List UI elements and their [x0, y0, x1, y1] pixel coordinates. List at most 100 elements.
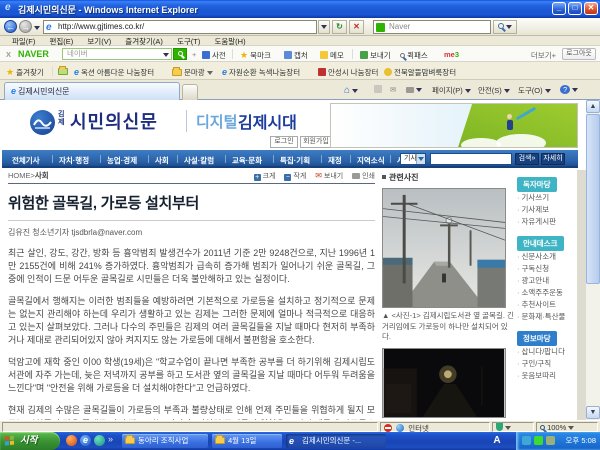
new-tab-button[interactable]	[182, 84, 198, 100]
nav-finance[interactable]: 재정	[328, 155, 342, 166]
join-button[interactable]: 회원가입	[300, 136, 332, 148]
tray-icon-3[interactable]	[546, 436, 555, 445]
tray-icon-2[interactable]	[534, 436, 543, 445]
close-button[interactable]: ✕	[584, 2, 598, 15]
back-button[interactable]: ←	[4, 20, 17, 33]
article-search-input[interactable]	[430, 153, 512, 165]
sidebar-link-sites[interactable]: 추천사이트	[517, 299, 577, 311]
status-filter-panel[interactable]	[492, 422, 534, 432]
tray-icon-1[interactable]	[522, 436, 531, 445]
start-button[interactable]: 시작	[0, 432, 60, 450]
vertical-scrollbar[interactable]: ▲ ▼	[586, 100, 600, 420]
print-button[interactable]	[406, 85, 422, 94]
favorites-button[interactable]: ★ 즐겨찾기	[6, 67, 44, 78]
breadcrumb-section[interactable]: 사회	[35, 171, 49, 180]
search-category-select[interactable]: 기사	[400, 153, 426, 165]
taskbar-task-folder-2[interactable]: 4월 13일	[212, 434, 282, 448]
sidebar-link-about[interactable]: 신문사소개	[517, 251, 577, 263]
status-zoom-control[interactable]: 100%	[536, 422, 598, 432]
favorite-folder[interactable]: 문마광	[172, 67, 213, 78]
quicklaunch-overflow[interactable]: »	[108, 434, 113, 444]
forward-button[interactable]: →	[19, 20, 32, 33]
naver-search-button[interactable]	[173, 48, 187, 60]
toolbar-capture[interactable]: 캡처	[284, 50, 308, 61]
naver-search-combo[interactable]: 네이버	[62, 48, 172, 60]
sidebar-link-jobs[interactable]: 구인/구직	[517, 358, 577, 370]
font-bigger-button[interactable]: + 크게	[254, 173, 276, 180]
refresh-button[interactable]: ↻	[332, 20, 347, 34]
safety-menu[interactable]: 안전(S)	[478, 85, 510, 96]
tab-active[interactable]: e김제시민의신문	[4, 82, 180, 100]
toolbar-send[interactable]: 보내기	[360, 50, 391, 61]
minimize-button[interactable]: _	[552, 2, 566, 15]
favorite-link-4[interactable]: 전북알뜰맘벼룩장터	[384, 67, 456, 78]
nav-society[interactable]: 사회	[155, 155, 169, 166]
toolbar-bookmark[interactable]: ★ 북마크	[240, 50, 271, 61]
scrollbar-thumb[interactable]	[586, 114, 600, 284]
favorite-link-1[interactable]: e옥션 아름다운 나눔장터	[74, 67, 154, 78]
read-mail-button[interactable]: ✉	[390, 85, 396, 94]
related-photo-night[interactable]	[382, 348, 506, 418]
article-search-button[interactable]: 검색»	[515, 153, 539, 165]
taskbar-task-browser[interactable]: e김제시민의신문 -...	[286, 434, 386, 448]
toolbar-memo[interactable]: 메모	[320, 50, 344, 61]
login-button[interactable]: 로그인	[270, 136, 298, 148]
help-menu[interactable]: ?	[560, 85, 578, 94]
site-logo-icon[interactable]	[30, 110, 55, 135]
sidebar-link-subscribe[interactable]: 구독신청	[517, 263, 577, 275]
nav-gov[interactable]: 자치·행정	[59, 155, 89, 166]
favorite-link-3[interactable]: 안성시 나눔장터	[318, 67, 378, 78]
favorite-link-2[interactable]: e자원순환 녹색나눔장터	[222, 67, 300, 78]
menu-tools[interactable]: 도구(T)	[177, 37, 200, 46]
menu-edit[interactable]: 편집(E)	[49, 37, 73, 46]
menu-file[interactable]: 파일(F)	[12, 37, 35, 46]
site-name[interactable]: 시민의신문	[70, 108, 158, 134]
related-photo-day[interactable]	[382, 188, 506, 308]
font-smaller-button[interactable]: − 작게	[284, 173, 306, 180]
sidebar-link-humor[interactable]: 웃음보따리	[517, 370, 577, 382]
nav-culture[interactable]: 교육·문화	[232, 155, 262, 166]
toolbar-dictionary[interactable]: 사전	[202, 50, 226, 61]
toolbar-close-button[interactable]: X	[6, 50, 11, 59]
tools-menu[interactable]: 도구(O)	[518, 85, 551, 96]
maximize-button[interactable]: □	[568, 2, 582, 15]
sidebar-link-report[interactable]: 기사제보	[517, 204, 577, 216]
nav-editorial[interactable]: 사설·칼럼	[184, 155, 214, 166]
taskbar-task-folder-1[interactable]: 동아리 조직사업	[122, 434, 208, 448]
sidebar-link-heritage[interactable]: 문화재·특산물	[517, 311, 577, 323]
feeds-button[interactable]	[374, 85, 384, 94]
sidebar-link-board[interactable]: 자유게시판	[517, 216, 577, 228]
naver-logo[interactable]: NAVER	[18, 49, 49, 59]
menu-help[interactable]: 도움말(H)	[214, 37, 245, 46]
toolbar-quickpass[interactable]: 퀵패스	[400, 50, 428, 61]
home-button[interactable]: ⌂	[344, 85, 358, 96]
page-menu[interactable]: 페이지(P)	[432, 85, 471, 96]
quicklaunch-firefox-icon[interactable]	[66, 435, 77, 446]
quicklaunch-messenger-icon[interactable]	[94, 435, 105, 446]
sidebar-link-shareholder[interactable]: 소액주주운동	[517, 287, 577, 299]
scroll-down-button[interactable]: ▼	[586, 406, 600, 419]
nav-agri[interactable]: 농업·경제	[107, 155, 137, 166]
language-indicator[interactable]: A	[486, 434, 508, 448]
menu-view[interactable]: 보기(V)	[87, 37, 111, 46]
stop-button[interactable]: ✕	[349, 20, 364, 34]
toolbar-add-icon[interactable]: +	[192, 50, 196, 59]
add-favorite-icon[interactable]	[58, 67, 70, 76]
sidebar-link-write[interactable]: 기사쓰기	[517, 192, 577, 204]
quicklaunch-ie-icon[interactable]: e	[80, 435, 91, 446]
toolbar-more[interactable]: 더보기+	[531, 50, 556, 61]
nav-all[interactable]: 전체기사	[12, 155, 40, 166]
breadcrumb-home[interactable]: HOME	[8, 171, 31, 180]
scroll-up-button[interactable]: ▲	[586, 100, 600, 113]
browser-search-box[interactable]: Naver	[373, 20, 491, 34]
toolbar-me[interactable]: me3	[444, 50, 459, 59]
search-go-button[interactable]	[493, 20, 517, 34]
nav-special[interactable]: 특집·기획	[280, 155, 310, 166]
nav-local[interactable]: 지역소식	[357, 155, 385, 166]
address-field[interactable]: e http://www.gjtimes.co.kr/	[43, 20, 317, 34]
send-article-button[interactable]: ✉ 보내기	[315, 173, 343, 180]
logout-button[interactable]: 로그아웃	[562, 48, 596, 60]
menu-favorites[interactable]: 즐겨찾기(A)	[125, 37, 163, 46]
detail-search-button[interactable]: 자세히	[541, 153, 565, 165]
history-dropdown-icon[interactable]	[34, 26, 40, 30]
